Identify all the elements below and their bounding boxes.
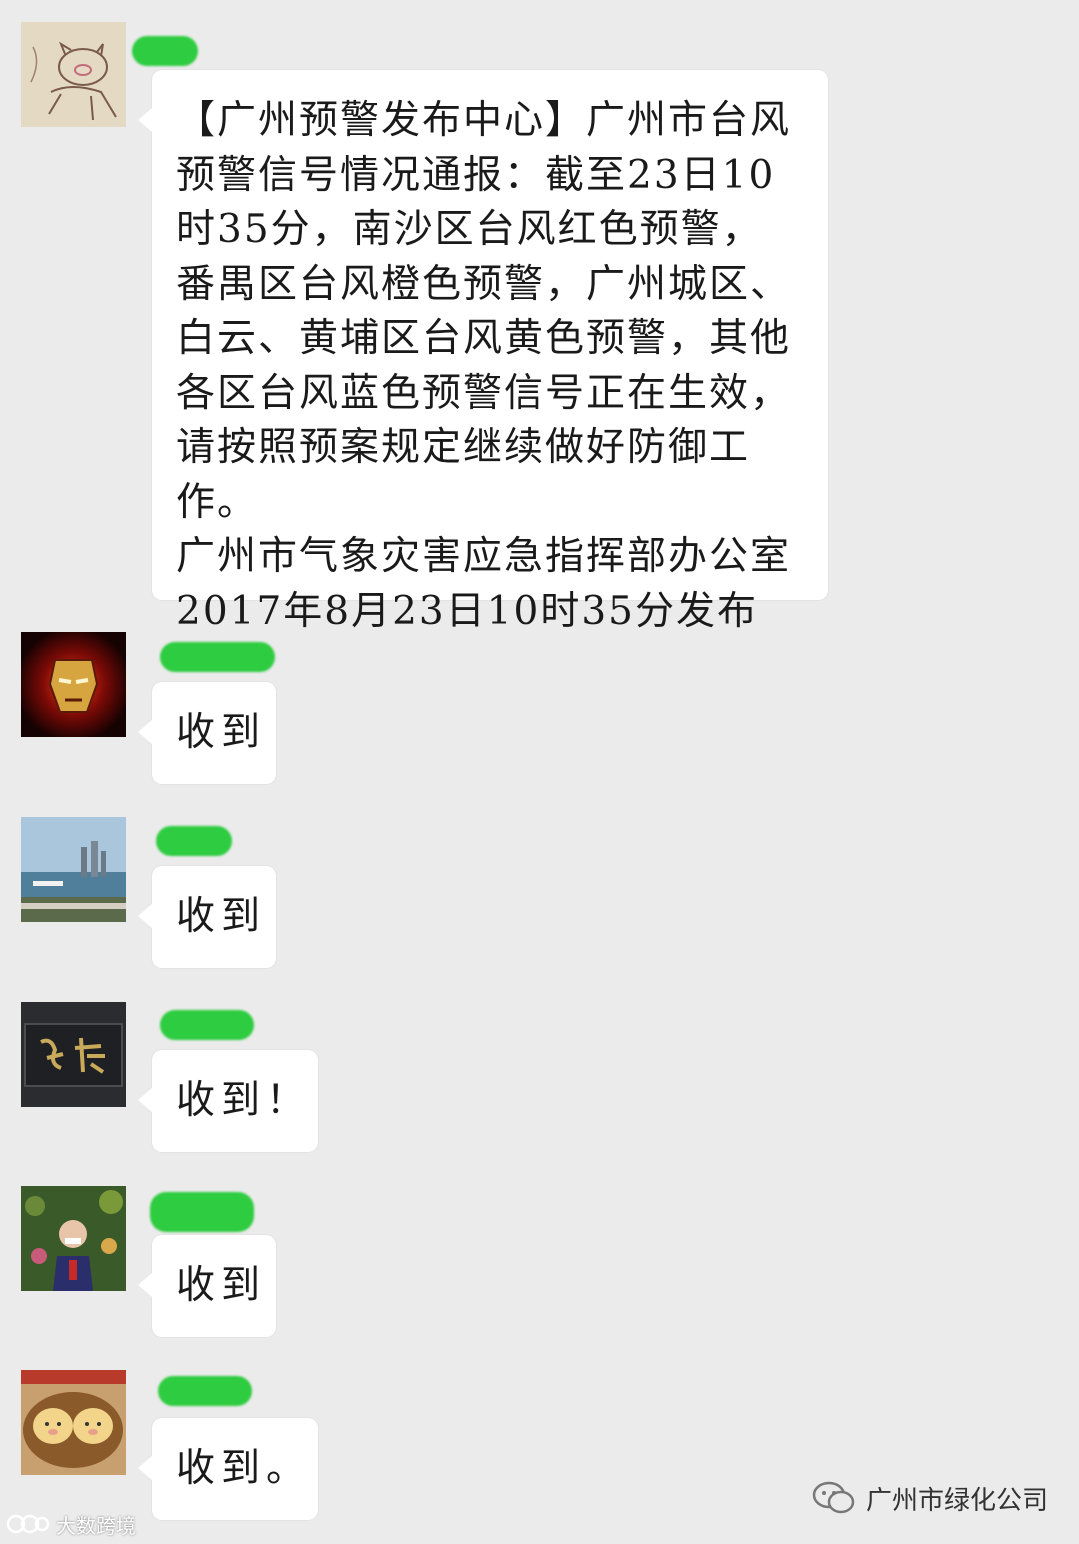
redacted-sender-name [132, 36, 198, 66]
watermark-right-text: 广州市绿化公司 [866, 1485, 1049, 1516]
pig-sketch-avatar[interactable] [21, 22, 126, 127]
message-text: 收到 [176, 894, 267, 939]
message-text: 收到。 [176, 1446, 312, 1491]
redacted-sender-name [156, 826, 232, 856]
message-bubble[interactable]: 【广州预警发布中心】广州市台风预警信号情况通报：截至23日10时35分，南沙区台… [138, 70, 828, 634]
message-bubble[interactable]: 收到！ [138, 1050, 318, 1152]
watermark-left: 大数跨境 [6, 1508, 136, 1540]
redacted-sender-name [158, 1376, 252, 1406]
redacted-sender-name [150, 1192, 254, 1232]
watermark-right: 广州市绿化公司 [812, 1478, 1048, 1518]
message-bubble[interactable]: 收到 [138, 1235, 276, 1337]
redacted-sender-name [160, 642, 275, 672]
harbor-city-avatar[interactable] [21, 817, 126, 922]
message-text: 收到 [176, 1263, 267, 1308]
message-text: 收到 [176, 710, 267, 755]
calligraphy-plaque-avatar[interactable] [21, 1002, 126, 1107]
pig-buns-avatar[interactable] [21, 1370, 126, 1475]
message-text: 【广州预警发布中心】广州市台风预警信号情况通报：截至23日10时35分，南沙区台… [176, 98, 792, 634]
message-bubble[interactable]: 收到 [138, 866, 276, 968]
message-text: 收到！ [176, 1078, 312, 1123]
redacted-sender-name [160, 1010, 254, 1040]
wechat-logo-icon [812, 1481, 855, 1514]
message-bubble[interactable]: 收到。 [138, 1418, 318, 1520]
weibo-logo-icon [6, 1514, 50, 1534]
message-bubble[interactable]: 收到 [138, 682, 276, 784]
child-photo-avatar[interactable] [21, 1186, 126, 1291]
watermark-left-text: 大数跨境 [56, 1513, 136, 1538]
iron-man-avatar[interactable] [21, 632, 126, 737]
